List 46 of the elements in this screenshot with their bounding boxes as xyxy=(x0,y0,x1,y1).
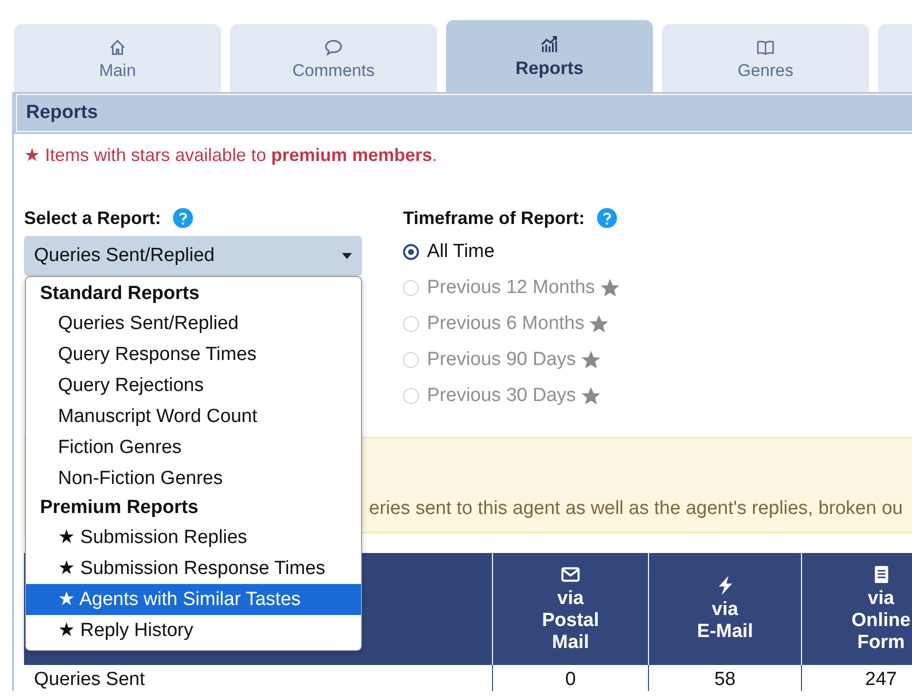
row-label: Queries Sent xyxy=(24,665,492,691)
table-cell: 247 xyxy=(802,665,912,691)
menu-option[interactable]: ★ Submission Replies xyxy=(26,522,361,553)
panel-title: Reports xyxy=(26,102,98,124)
chart-icon xyxy=(540,35,559,54)
home-icon xyxy=(108,38,127,56)
radio-label: All Time xyxy=(427,241,495,263)
premium-note: ★ Items with stars available to premium members. xyxy=(24,144,438,166)
menu-option[interactable]: Fiction Genres xyxy=(26,432,361,463)
table-cell: 58 xyxy=(648,665,802,691)
star-icon xyxy=(600,278,620,298)
nav-tab[interactable]: Genres xyxy=(662,24,869,92)
column-header: via Online Form xyxy=(802,553,912,665)
menu-group-label: Premium Reports xyxy=(39,496,200,520)
report-label: Select a Report: xyxy=(24,208,162,228)
star-icon xyxy=(580,386,601,406)
menu-option[interactable]: Query Rejections xyxy=(26,370,361,401)
report-dropdown[interactable]: Queries Sent/Replied xyxy=(24,236,362,276)
nav-tab[interactable]: Comments xyxy=(230,24,437,92)
table-cell: 0 xyxy=(492,665,648,691)
help-icon[interactable] xyxy=(173,208,194,228)
radio-button[interactable] xyxy=(403,244,419,260)
star-icon xyxy=(580,350,601,370)
menu-option[interactable]: ★ Submission Response Times xyxy=(26,553,361,584)
nav-tab[interactable]: Main xyxy=(14,24,221,92)
column-header: via E-Mail xyxy=(648,553,802,665)
menu-option[interactable]: Manuscript Word Count xyxy=(26,401,361,432)
star-icon xyxy=(589,314,610,334)
timeframe-label: Timeframe of Report: xyxy=(403,208,585,228)
column-header: via Postal Mail xyxy=(492,553,648,665)
radio-label: Previous 30 Days xyxy=(427,385,576,407)
menu-group-label: Standard Reports xyxy=(39,282,200,306)
help-icon[interactable] xyxy=(596,208,617,228)
caret-icon xyxy=(342,253,352,259)
envelope-icon xyxy=(561,564,580,584)
menu-option[interactable]: ★ Reply History xyxy=(26,615,361,646)
nav-tab[interactable]: Reports xyxy=(446,20,653,92)
radio-label: Previous 90 Days xyxy=(427,349,576,371)
radio-label: Previous 12 Months xyxy=(427,277,595,299)
menu-option[interactable]: Non-Fiction Genres xyxy=(26,463,361,494)
menu-option[interactable]: Queries Sent/Replied xyxy=(26,308,361,339)
menu-option[interactable]: ★ Agents with Similar Tastes xyxy=(26,584,361,615)
speech-bubble-icon xyxy=(324,38,343,56)
radio-label: Previous 6 Months xyxy=(427,313,584,335)
info-text: eries sent to this agent as well as the agent's replies, broken ou xyxy=(369,498,903,520)
menu-option[interactable]: Query Response Times xyxy=(26,339,361,370)
